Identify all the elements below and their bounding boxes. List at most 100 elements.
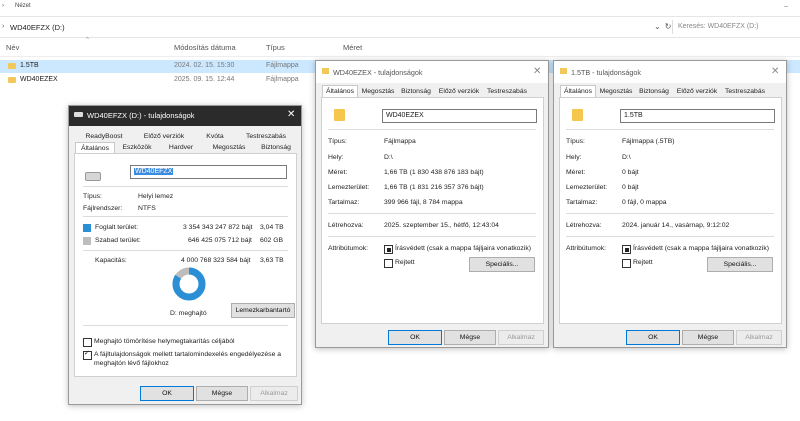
capacity-label: Kapacitás: (95, 257, 127, 264)
tab-security[interactable]: Biztonság (636, 88, 672, 95)
tab-security[interactable]: Biztonság (398, 88, 434, 95)
title-bar: WD40EZEX - tulajdonságok ✕ (316, 61, 548, 83)
tab-previous-versions[interactable]: Előző verziók (135, 133, 193, 140)
readonly-checkbox[interactable] (384, 245, 393, 254)
dialog-title: 1.5TB - tulajdonságok (571, 68, 641, 77)
search-box[interactable]: Keresés: WD40EFZX (D:) (672, 20, 797, 34)
tab-hardware[interactable]: Hardver (161, 144, 201, 151)
drive-name-field[interactable]: WD40EFZX (130, 165, 287, 179)
column-name[interactable]: Név (6, 43, 19, 52)
hidden-checkbox[interactable] (622, 259, 631, 268)
capacity-size: 3,63 TB (260, 257, 284, 264)
sort-caret-icon: ^ (86, 37, 89, 43)
apply-button[interactable]: Alkalmaz (736, 330, 782, 345)
folder-name-field[interactable]: 1.5TB (620, 109, 775, 123)
tab-customize[interactable]: Testreszabás (484, 88, 530, 95)
apply-button[interactable]: Alkalmaz (498, 330, 544, 345)
chevron-right-icon[interactable]: › (2, 3, 4, 9)
disk-cleanup-button[interactable]: Lemezkarbantartó (231, 303, 295, 318)
tab-tools[interactable]: Eszközök (117, 144, 157, 151)
location-label: Hely: (566, 154, 582, 161)
close-icon[interactable]: ✕ (533, 66, 541, 77)
column-size[interactable]: Méret (343, 43, 362, 52)
hidden-checkbox[interactable] (384, 259, 393, 268)
minimize-ribbon-icon[interactable]: – (784, 3, 788, 10)
size-label: Méret: (328, 169, 348, 176)
type-label: Típus: (566, 138, 585, 145)
folder-icon (8, 63, 16, 69)
disk-size-label: Lemezterület: (566, 184, 608, 191)
ok-button[interactable]: OK (626, 330, 680, 345)
separator (566, 213, 774, 214)
search-placeholder: Keresés: WD40EFZX (D:) (678, 23, 759, 30)
tab-previous-versions[interactable]: Előző verziók (436, 88, 482, 95)
disk-size-value: 0 bájt (622, 184, 639, 191)
created-label: Létrehozva: (328, 222, 364, 229)
hidden-label: Rejtett (633, 259, 653, 266)
tab-quota[interactable]: Kvóta (195, 133, 235, 140)
separator (566, 129, 774, 130)
dialog-title: WD40EFZX (D:) - tulajdonságok (87, 111, 195, 120)
free-size: 602 GB (260, 237, 284, 244)
file-name: 1.5TB (20, 62, 39, 69)
folder-icon (560, 68, 567, 74)
column-date[interactable]: Módosítás dátuma (174, 43, 236, 52)
contains-label: Tartalmaz: (566, 199, 598, 206)
close-icon[interactable]: ✕ (287, 109, 295, 120)
column-type[interactable]: Típus (266, 43, 285, 52)
tab-sharing[interactable]: Megosztás (598, 88, 634, 95)
location-value: D:\ (622, 154, 631, 161)
address-path[interactable]: WD40EFZX (D:) (10, 23, 65, 32)
advanced-button[interactable]: Speciális... (469, 257, 535, 272)
drive-icon (74, 112, 83, 117)
type-label: Típus: (328, 138, 347, 145)
readonly-label: Írásvédett (csak a mappa fájljaira vonat… (395, 245, 531, 252)
chevron-down-icon[interactable]: ⌄ (654, 22, 665, 31)
tab-sharing[interactable]: Megosztás (360, 88, 396, 95)
free-bytes: 646 425 075 712 bájt (188, 237, 252, 244)
type-label: Típus: (83, 193, 102, 200)
used-size: 3,04 TB (260, 224, 284, 231)
ribbon-tab-view[interactable]: Nézet (15, 3, 31, 9)
created-label: Létrehozva: (566, 222, 602, 229)
cancel-button[interactable]: Mégse (444, 330, 496, 345)
size-value: 0 bájt (622, 169, 639, 176)
ribbon-bar: › Nézet – (0, 0, 800, 14)
tab-readyboost[interactable]: ReadyBoost (77, 133, 131, 140)
chevron-right-icon[interactable]: › (2, 23, 4, 30)
tab-customize[interactable]: Testreszabás (722, 88, 768, 95)
separator (328, 213, 536, 214)
ok-button[interactable]: OK (388, 330, 442, 345)
title-bar: 1.5TB - tulajdonságok ✕ (554, 61, 786, 83)
advanced-button[interactable]: Speciális... (707, 257, 773, 272)
disk-size-label: Lemezterület: (328, 184, 370, 191)
used-color-swatch (83, 224, 91, 232)
tab-security[interactable]: Biztonság (255, 144, 297, 151)
index-checkbox[interactable] (83, 349, 92, 360)
separator (83, 216, 288, 217)
apply-button[interactable]: Alkalmaz (250, 386, 298, 401)
folder-name-field[interactable]: WD40EZEX (382, 109, 537, 123)
tab-sharing[interactable]: Megosztás (205, 144, 253, 151)
used-bytes: 3 354 343 247 872 bájt (183, 224, 253, 231)
separator (83, 186, 288, 187)
ok-button[interactable]: OK (140, 386, 194, 401)
location-value: D:\ (384, 154, 393, 161)
close-icon[interactable]: ✕ (771, 66, 779, 77)
created-value: 2025. szeptember 15., hétfő, 12:43:04 (384, 222, 499, 229)
readonly-checkbox[interactable] (622, 245, 631, 254)
free-label: Szabad terület: (95, 237, 141, 244)
cancel-button[interactable]: Mégse (682, 330, 734, 345)
location-label: Hely: (328, 154, 344, 161)
file-date: 2025. 09. 15. 12:44 (174, 76, 235, 83)
cancel-button[interactable]: Mégse (196, 386, 248, 401)
tab-customize[interactable]: Testreszabás (237, 133, 295, 140)
file-type: Fájlmappa (266, 76, 299, 83)
type-value: Fájlmappa (.5TB) (622, 138, 675, 145)
usage-donut (172, 267, 206, 301)
compress-checkbox[interactable] (83, 338, 92, 347)
folder-icon (572, 109, 583, 121)
folder-icon (322, 68, 329, 74)
created-value: 2024. január 14., vasárnap, 9:12:02 (622, 222, 730, 229)
tab-previous-versions[interactable]: Előző verziók (674, 88, 720, 95)
